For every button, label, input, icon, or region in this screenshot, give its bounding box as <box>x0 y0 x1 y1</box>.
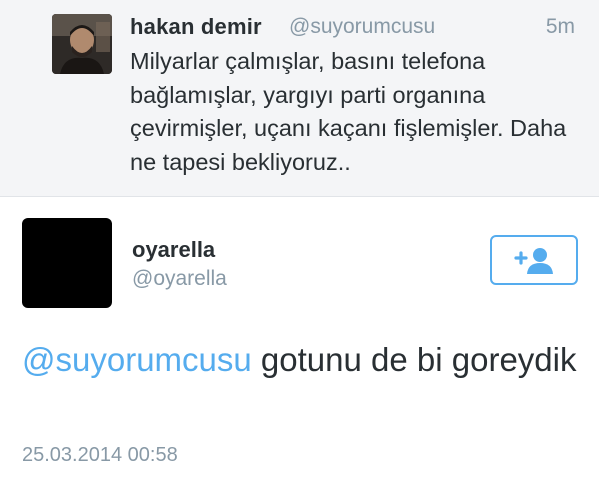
parent-tweet-text: Milyarlar çalmışlar, basını telefona bağ… <box>130 48 567 175</box>
add-user-icon <box>514 248 553 274</box>
parent-tweet[interactable]: hakan demir @suyorumcusu 5m Milyarlar ça… <box>0 0 599 197</box>
parent-author-name[interactable]: hakan demir <box>130 14 262 40</box>
reply-tweet-body: gotunu de bi goreydik <box>251 341 577 378</box>
follow-button[interactable] <box>490 235 578 285</box>
reply-tweet-text: @suyorumcusu gotunu de bi goreydik <box>22 336 582 384</box>
reply-author-handle[interactable]: @oyarella <box>132 267 227 291</box>
user-photo-icon[interactable] <box>52 14 112 74</box>
mention-link[interactable]: @suyorumcusu <box>22 341 252 378</box>
parent-author-handle[interactable]: @suyorumcusu <box>289 15 435 39</box>
tweet-detail-page: hakan demir @suyorumcusu 5m Milyarlar ça… <box>0 0 599 492</box>
parent-tweet-time: 5m <box>545 15 575 38</box>
black-avatar-icon[interactable] <box>22 218 112 308</box>
reply-author-name[interactable]: oyarella <box>132 237 215 263</box>
reply-timestamp: 25.03.2014 00:58 <box>22 444 178 466</box>
